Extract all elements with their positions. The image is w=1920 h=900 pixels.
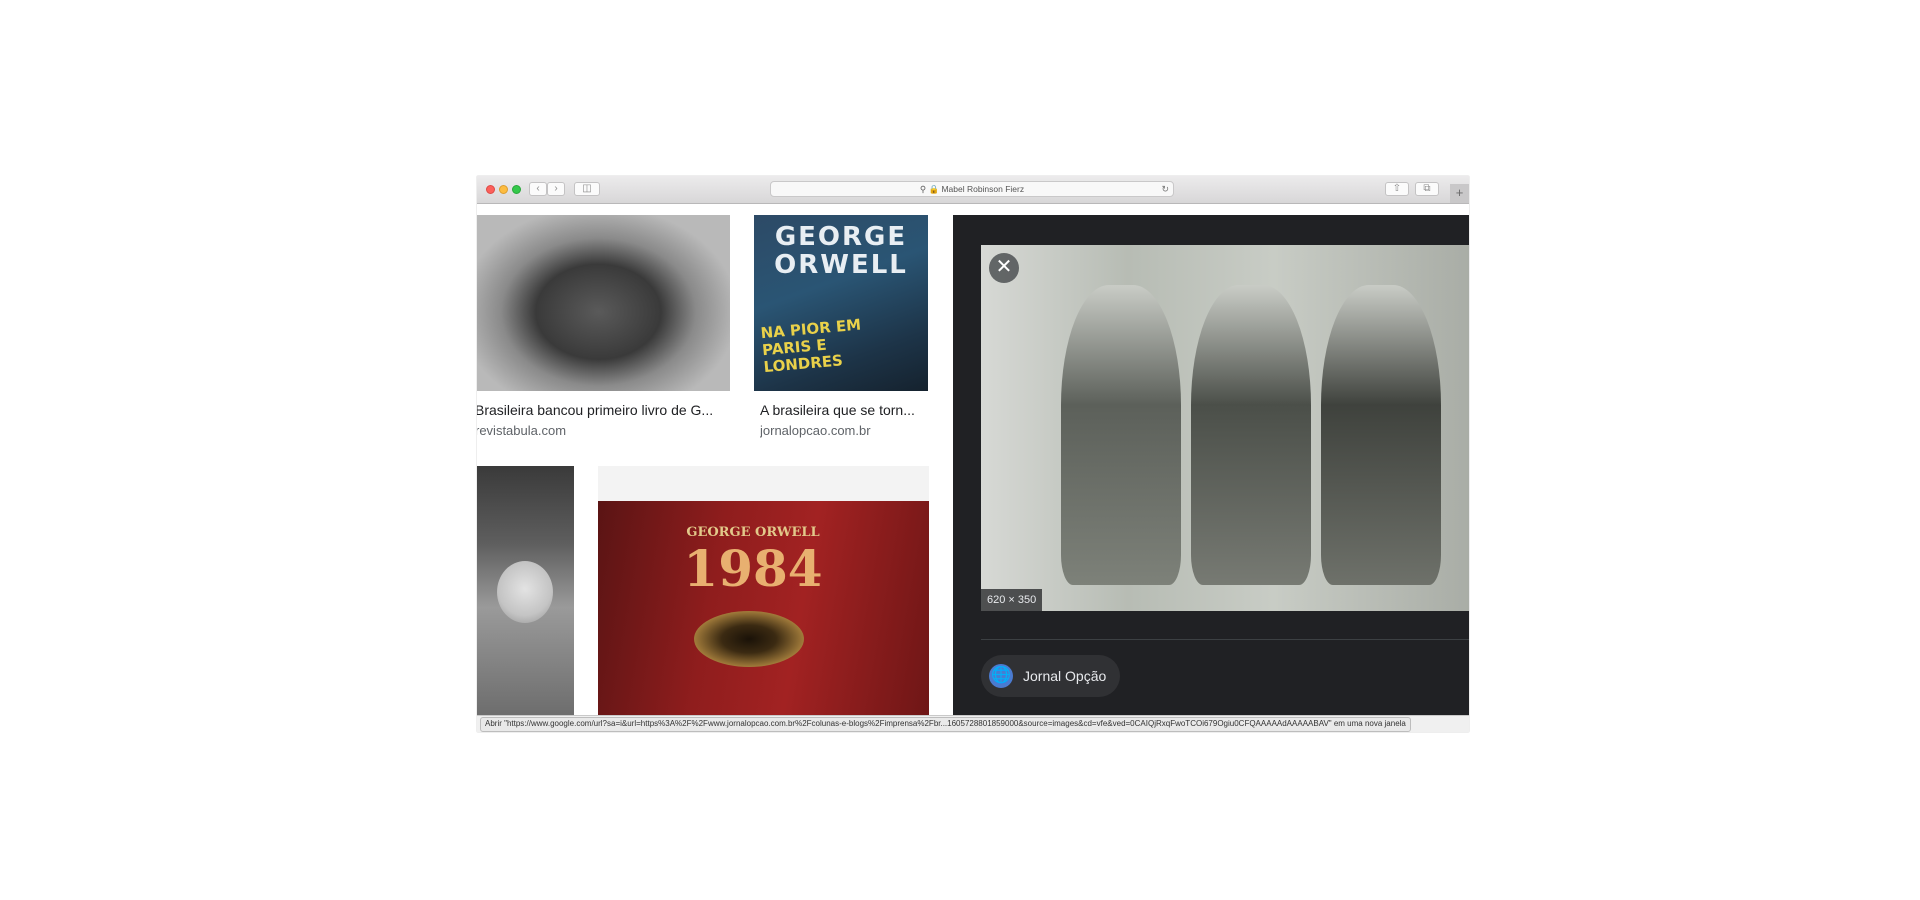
result-image-child-photo[interactable] (477, 466, 574, 723)
photo-figure (1061, 285, 1181, 585)
status-bar-url: Abrir "https://www.google.com/url?sa=i&u… (480, 717, 1411, 732)
status-bar: Abrir "https://www.google.com/url?sa=i&u… (477, 715, 1469, 732)
preview-image[interactable]: ✕ 620 × 350 (981, 245, 1469, 611)
cover-author: GEORGE ORWELL (774, 222, 908, 280)
reload-icon[interactable]: ↻ (1161, 182, 1169, 196)
browser-window: ‹ › ◫ ⚲ 🔒 Mabel Robinson Fierz ↻ ⇧ ⧉ + G… (477, 176, 1469, 732)
close-icon[interactable]: ✕ (989, 253, 1019, 283)
plus-icon[interactable]: + (1450, 184, 1469, 203)
child-face (497, 561, 553, 623)
result-image-book-cover[interactable]: GEORGE ORWELL NA PIOR EM PARIS E LONDRES (754, 215, 928, 391)
minimize-window-button[interactable] (499, 185, 508, 194)
lock-icon: 🔒 (928, 184, 940, 194)
browser-toolbar: ‹ › ◫ ⚲ 🔒 Mabel Robinson Fierz ↻ ⇧ ⧉ + (477, 176, 1469, 204)
result-image-orwell-portrait[interactable] (477, 215, 730, 391)
result-source[interactable]: revistabula.com (477, 423, 728, 438)
photo-figure (1191, 285, 1311, 585)
result-image-1984-book[interactable]: GEORGE ORWELL 1984 (598, 466, 929, 723)
photo-figure (1321, 285, 1441, 585)
zoom-window-button[interactable] (512, 185, 521, 194)
result-caption[interactable]: A brasileira que se torn... (760, 402, 928, 418)
address-bar[interactable]: ⚲ 🔒 Mabel Robinson Fierz ↻ (770, 181, 1174, 197)
tabs-icon[interactable]: ⧉ (1415, 182, 1439, 196)
search-icon: ⚲ (919, 184, 927, 194)
share-icon[interactable]: ⇧ (1385, 182, 1409, 196)
source-name: Jornal Opção (1023, 668, 1107, 684)
address-bar-text: Mabel Robinson Fierz (941, 184, 1025, 194)
globe-icon: 🌐 (989, 664, 1013, 688)
sidebar-icon[interactable]: ◫ (574, 182, 600, 196)
close-window-button[interactable] (486, 185, 495, 194)
result-caption[interactable]: Brasileira bancou primeiro livro de G... (477, 402, 728, 418)
cover-title: NA PIOR EM PARIS E LONDRES (759, 315, 862, 377)
image-dimensions: 620 × 350 (981, 589, 1043, 611)
source-chip[interactable]: 🌐 Jornal Opção (981, 655, 1121, 697)
eye-illustration (694, 611, 804, 667)
book-title: 1984 (683, 539, 823, 598)
chevron-left-icon[interactable]: ‹ (529, 182, 547, 196)
chevron-right-icon[interactable]: › (547, 182, 565, 196)
result-source[interactable]: jornalopcao.com.br (760, 423, 928, 438)
book-1984: GEORGE ORWELL 1984 (598, 501, 929, 723)
book-author: GEORGE ORWELL (686, 525, 820, 540)
divider (981, 639, 1469, 640)
image-preview-panel: ✕ 620 × 350 🌐 Jornal Opção (953, 215, 1469, 732)
